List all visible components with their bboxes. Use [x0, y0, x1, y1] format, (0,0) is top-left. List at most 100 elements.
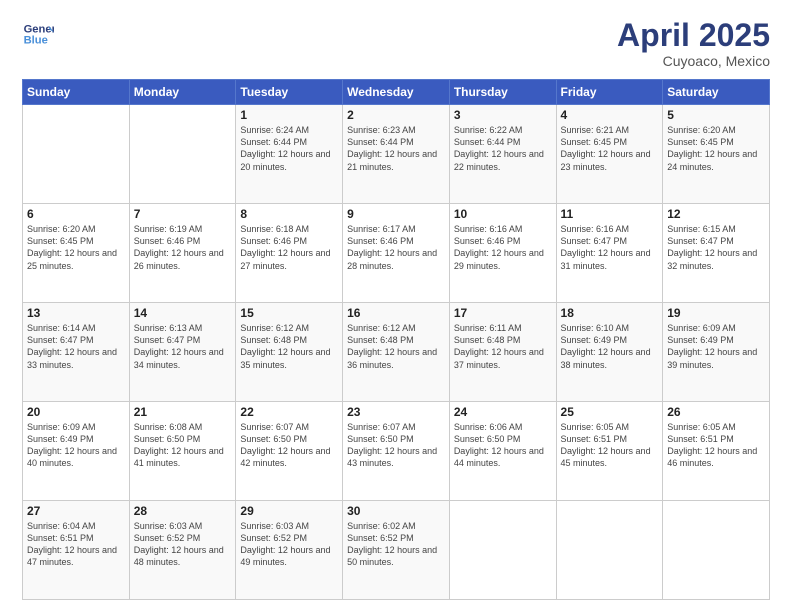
calendar-cell: 3 Sunrise: 6:22 AM Sunset: 6:44 PM Daylig… — [449, 105, 556, 204]
calendar-cell: 17Sunrise: 6:11 AM Sunset: 6:48 PM Dayli… — [449, 303, 556, 402]
month-title: April 2025 — [617, 18, 770, 53]
calendar-cell: 28 Sunrise: 6:03 AM Sunset: 6:52 PM Dayli… — [129, 501, 236, 600]
calendar-cell: 24 Sunrise: 6:06 AM Sunset: 6:50 PM Dayli… — [449, 402, 556, 501]
day-number: 19 — [667, 306, 765, 320]
calendar-cell — [23, 105, 130, 204]
day-info: Sunrise: 6:21 AM Sunset: 6:45 PM Dayligh… — [561, 124, 659, 173]
day-info: Sunrise: 6:09 AM Sunset: 6:49 PM Dayligh… — [667, 322, 765, 371]
col-header-wednesday: Wednesday — [343, 80, 450, 105]
day-info: Sunrise: 6:22 AM Sunset: 6:44 PM Dayligh… — [454, 124, 552, 173]
day-info: Sunrise: 6:24 AM Sunset: 6:44 PM Dayligh… — [240, 124, 338, 173]
week-row-4: 20 Sunrise: 6:09 AM Sunset: 6:49 PM Dayli… — [23, 402, 770, 501]
day-number: 24 — [454, 405, 552, 419]
day-number: 30 — [347, 504, 445, 518]
week-row-5: 27 Sunrise: 6:04 AM Sunset: 6:51 PM Dayli… — [23, 501, 770, 600]
day-info: Sunrise: 6:07 AM Sunset: 6:50 PM Dayligh… — [347, 421, 445, 470]
calendar-cell: 12 Sunrise: 6:15 AM Sunset: 6:47 PM Dayli… — [663, 204, 770, 303]
day-info: Sunrise: 6:08 AM Sunset: 6:50 PM Dayligh… — [134, 421, 232, 470]
day-info: Sunrise: 6:19 AM Sunset: 6:46 PM Dayligh… — [134, 223, 232, 272]
calendar-cell: 15 Sunrise: 6:12 AM Sunset: 6:48 PM Dayli… — [236, 303, 343, 402]
day-info: Sunrise: 6:05 AM Sunset: 6:51 PM Dayligh… — [561, 421, 659, 470]
calendar-cell: 4 Sunrise: 6:21 AM Sunset: 6:45 PM Daylig… — [556, 105, 663, 204]
calendar-cell: 27 Sunrise: 6:04 AM Sunset: 6:51 PM Dayli… — [23, 501, 130, 600]
calendar-cell — [129, 105, 236, 204]
day-number: 8 — [240, 207, 338, 221]
calendar-cell — [663, 501, 770, 600]
col-header-thursday: Thursday — [449, 80, 556, 105]
day-number: 20 — [27, 405, 125, 419]
calendar-cell: 19 Sunrise: 6:09 AM Sunset: 6:49 PM Dayli… — [663, 303, 770, 402]
day-info: Sunrise: 6:02 AM Sunset: 6:52 PM Dayligh… — [347, 520, 445, 569]
calendar-cell: 8 Sunrise: 6:18 AM Sunset: 6:46 PM Daylig… — [236, 204, 343, 303]
day-number: 27 — [27, 504, 125, 518]
calendar-cell: 11 Sunrise: 6:16 AM Sunset: 6:47 PM Dayli… — [556, 204, 663, 303]
week-row-1: 1 Sunrise: 6:24 AM Sunset: 6:44 PM Daylig… — [23, 105, 770, 204]
calendar-cell: 30 Sunrise: 6:02 AM Sunset: 6:52 PM Dayli… — [343, 501, 450, 600]
calendar-cell: 22Sunrise: 6:07 AM Sunset: 6:50 PM Dayli… — [236, 402, 343, 501]
calendar-header-row: SundayMondayTuesdayWednesdayThursdayFrid… — [23, 80, 770, 105]
col-header-monday: Monday — [129, 80, 236, 105]
day-info: Sunrise: 6:03 AM Sunset: 6:52 PM Dayligh… — [134, 520, 232, 569]
calendar-cell: 14Sunrise: 6:13 AM Sunset: 6:47 PM Dayli… — [129, 303, 236, 402]
day-info: Sunrise: 6:04 AM Sunset: 6:51 PM Dayligh… — [27, 520, 125, 569]
day-number: 10 — [454, 207, 552, 221]
svg-text:General: General — [24, 23, 54, 35]
logo: General Blue — [22, 18, 54, 50]
day-info: Sunrise: 6:23 AM Sunset: 6:44 PM Dayligh… — [347, 124, 445, 173]
day-info: Sunrise: 6:12 AM Sunset: 6:48 PM Dayligh… — [240, 322, 338, 371]
day-number: 13 — [27, 306, 125, 320]
day-number: 5 — [667, 108, 765, 122]
calendar-cell: 5 Sunrise: 6:20 AM Sunset: 6:45 PM Daylig… — [663, 105, 770, 204]
calendar-table: SundayMondayTuesdayWednesdayThursdayFrid… — [22, 79, 770, 600]
day-number: 21 — [134, 405, 232, 419]
day-number: 1 — [240, 108, 338, 122]
calendar-cell: 29Sunrise: 6:03 AM Sunset: 6:52 PM Dayli… — [236, 501, 343, 600]
calendar-cell: 20 Sunrise: 6:09 AM Sunset: 6:49 PM Dayli… — [23, 402, 130, 501]
day-info: Sunrise: 6:16 AM Sunset: 6:46 PM Dayligh… — [454, 223, 552, 272]
day-number: 6 — [27, 207, 125, 221]
calendar-cell — [449, 501, 556, 600]
day-info: Sunrise: 6:05 AM Sunset: 6:51 PM Dayligh… — [667, 421, 765, 470]
col-header-sunday: Sunday — [23, 80, 130, 105]
header: General Blue April 2025 Cuyoaco, Mexico — [22, 18, 770, 69]
day-info: Sunrise: 6:15 AM Sunset: 6:47 PM Dayligh… — [667, 223, 765, 272]
calendar-cell: 21 Sunrise: 6:08 AM Sunset: 6:50 PM Dayli… — [129, 402, 236, 501]
col-header-friday: Friday — [556, 80, 663, 105]
day-number: 22 — [240, 405, 338, 419]
calendar-cell: 6Sunrise: 6:20 AM Sunset: 6:45 PM Daylig… — [23, 204, 130, 303]
logo-icon: General Blue — [22, 18, 54, 50]
calendar-cell — [556, 501, 663, 600]
day-number: 9 — [347, 207, 445, 221]
day-number: 16 — [347, 306, 445, 320]
day-number: 15 — [240, 306, 338, 320]
day-info: Sunrise: 6:09 AM Sunset: 6:49 PM Dayligh… — [27, 421, 125, 470]
calendar-cell: 16 Sunrise: 6:12 AM Sunset: 6:48 PM Dayli… — [343, 303, 450, 402]
svg-text:Blue: Blue — [24, 35, 48, 47]
day-info: Sunrise: 6:16 AM Sunset: 6:47 PM Dayligh… — [561, 223, 659, 272]
day-number: 26 — [667, 405, 765, 419]
day-info: Sunrise: 6:06 AM Sunset: 6:50 PM Dayligh… — [454, 421, 552, 470]
day-info: Sunrise: 6:20 AM Sunset: 6:45 PM Dayligh… — [667, 124, 765, 173]
day-number: 12 — [667, 207, 765, 221]
calendar-cell: 23 Sunrise: 6:07 AM Sunset: 6:50 PM Dayli… — [343, 402, 450, 501]
day-number: 18 — [561, 306, 659, 320]
calendar-cell: 26 Sunrise: 6:05 AM Sunset: 6:51 PM Dayli… — [663, 402, 770, 501]
day-number: 23 — [347, 405, 445, 419]
calendar-cell: 25 Sunrise: 6:05 AM Sunset: 6:51 PM Dayli… — [556, 402, 663, 501]
day-info: Sunrise: 6:10 AM Sunset: 6:49 PM Dayligh… — [561, 322, 659, 371]
day-info: Sunrise: 6:18 AM Sunset: 6:46 PM Dayligh… — [240, 223, 338, 272]
col-header-tuesday: Tuesday — [236, 80, 343, 105]
day-info: Sunrise: 6:14 AM Sunset: 6:47 PM Dayligh… — [27, 322, 125, 371]
subtitle: Cuyoaco, Mexico — [617, 53, 770, 69]
day-info: Sunrise: 6:13 AM Sunset: 6:47 PM Dayligh… — [134, 322, 232, 371]
day-number: 3 — [454, 108, 552, 122]
day-number: 28 — [134, 504, 232, 518]
page: General Blue April 2025 Cuyoaco, Mexico … — [0, 0, 792, 612]
week-row-2: 6Sunrise: 6:20 AM Sunset: 6:45 PM Daylig… — [23, 204, 770, 303]
day-number: 11 — [561, 207, 659, 221]
day-number: 25 — [561, 405, 659, 419]
day-number: 7 — [134, 207, 232, 221]
day-number: 4 — [561, 108, 659, 122]
day-info: Sunrise: 6:12 AM Sunset: 6:48 PM Dayligh… — [347, 322, 445, 371]
calendar-cell: 2Sunrise: 6:23 AM Sunset: 6:44 PM Daylig… — [343, 105, 450, 204]
